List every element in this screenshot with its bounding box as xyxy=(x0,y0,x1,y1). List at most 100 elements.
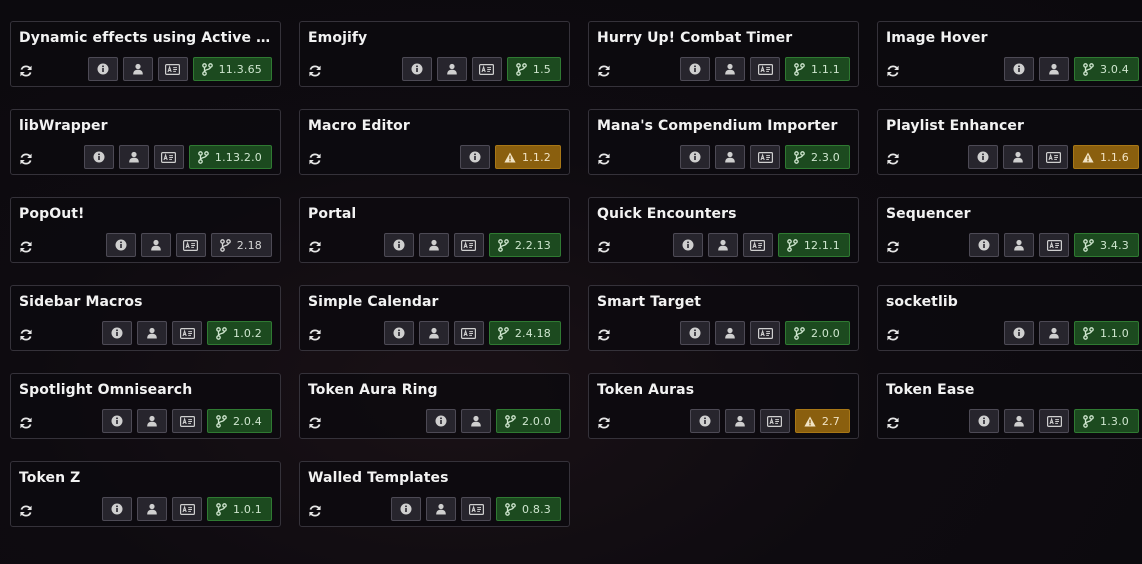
version-badge[interactable]: 2.4.18 xyxy=(488,321,561,345)
info-button[interactable] xyxy=(105,233,136,257)
author-button[interactable] xyxy=(137,409,167,433)
refresh-icon[interactable] xyxy=(597,239,611,253)
refresh-icon[interactable] xyxy=(19,327,33,341)
info-button[interactable] xyxy=(680,321,710,345)
author-button[interactable] xyxy=(436,57,467,81)
version-badge[interactable]: 3.4.3 xyxy=(1074,233,1139,257)
info-button[interactable] xyxy=(672,233,703,257)
refresh-icon[interactable] xyxy=(308,327,322,341)
readme-button[interactable] xyxy=(172,321,202,345)
refresh-icon[interactable] xyxy=(597,63,611,77)
author-button[interactable] xyxy=(122,57,153,81)
author-button[interactable] xyxy=(418,321,449,345)
refresh-icon[interactable] xyxy=(886,63,900,77)
author-button[interactable] xyxy=(426,497,456,521)
refresh-icon[interactable] xyxy=(19,239,33,253)
readme-button[interactable] xyxy=(1039,233,1069,257)
version-badge[interactable]: 1.1.1 xyxy=(785,57,850,81)
info-button[interactable] xyxy=(426,409,456,433)
author-button[interactable] xyxy=(715,57,745,81)
refresh-icon[interactable] xyxy=(886,151,900,165)
readme-button[interactable] xyxy=(172,497,202,521)
author-button[interactable] xyxy=(724,409,755,433)
info-button[interactable] xyxy=(968,145,998,169)
author-button[interactable] xyxy=(715,145,745,169)
refresh-icon[interactable] xyxy=(597,327,611,341)
readme-button[interactable] xyxy=(461,497,491,521)
author-button[interactable] xyxy=(1004,409,1034,433)
info-button[interactable] xyxy=(102,497,132,521)
author-button[interactable] xyxy=(118,145,149,169)
readme-button[interactable] xyxy=(172,409,202,433)
info-button[interactable] xyxy=(969,409,999,433)
version-badge[interactable]: 1.1.2 xyxy=(495,145,561,169)
info-button[interactable] xyxy=(383,233,414,257)
refresh-icon[interactable] xyxy=(19,151,33,165)
author-button[interactable] xyxy=(137,321,167,345)
refresh-icon[interactable] xyxy=(308,239,322,253)
version-badge[interactable]: 2.0.0 xyxy=(785,321,850,345)
readme-button[interactable] xyxy=(453,321,484,345)
refresh-icon[interactable] xyxy=(597,415,611,429)
readme-button[interactable] xyxy=(742,233,773,257)
info-button[interactable] xyxy=(969,233,999,257)
version-badge[interactable]: 1.1.0 xyxy=(1074,321,1139,345)
version-badge[interactable]: 2.2.13 xyxy=(488,233,561,257)
refresh-icon[interactable] xyxy=(19,503,33,517)
refresh-icon[interactable] xyxy=(308,151,322,165)
readme-button[interactable] xyxy=(157,57,188,81)
refresh-icon[interactable] xyxy=(308,415,322,429)
refresh-icon[interactable] xyxy=(19,63,33,77)
version-badge[interactable]: 2.3.0 xyxy=(785,145,850,169)
readme-button[interactable] xyxy=(1039,409,1069,433)
author-button[interactable] xyxy=(715,321,745,345)
refresh-icon[interactable] xyxy=(19,415,33,429)
info-button[interactable] xyxy=(87,57,118,81)
info-button[interactable] xyxy=(391,497,421,521)
version-badge[interactable]: 2.18 xyxy=(210,233,272,257)
info-button[interactable] xyxy=(680,145,710,169)
info-button[interactable] xyxy=(689,409,720,433)
readme-button[interactable] xyxy=(153,145,184,169)
version-badge[interactable]: 11.3.65 xyxy=(192,57,272,81)
refresh-icon[interactable] xyxy=(886,239,900,253)
author-button[interactable] xyxy=(1004,233,1034,257)
readme-button[interactable] xyxy=(759,409,790,433)
info-button[interactable] xyxy=(83,145,114,169)
author-button[interactable] xyxy=(461,409,491,433)
readme-button[interactable] xyxy=(175,233,206,257)
readme-button[interactable] xyxy=(453,233,484,257)
refresh-icon[interactable] xyxy=(886,327,900,341)
refresh-icon[interactable] xyxy=(886,415,900,429)
info-button[interactable] xyxy=(680,57,710,81)
version-badge[interactable]: 3.0.4 xyxy=(1074,57,1139,81)
readme-button[interactable] xyxy=(1038,145,1068,169)
info-button[interactable] xyxy=(1004,57,1034,81)
version-badge[interactable]: 2.7 xyxy=(794,409,850,433)
author-button[interactable] xyxy=(140,233,171,257)
version-badge[interactable]: 1.0.2 xyxy=(207,321,272,345)
info-button[interactable] xyxy=(401,57,432,81)
author-button[interactable] xyxy=(1039,321,1069,345)
readme-button[interactable] xyxy=(471,57,502,81)
author-button[interactable] xyxy=(418,233,449,257)
readme-button[interactable] xyxy=(750,321,780,345)
refresh-icon[interactable] xyxy=(308,63,322,77)
version-badge[interactable]: 12.1.1 xyxy=(777,233,850,257)
version-badge[interactable]: 1.1.6 xyxy=(1073,145,1139,169)
author-button[interactable] xyxy=(1003,145,1033,169)
version-badge[interactable]: 1.3.0 xyxy=(1074,409,1139,433)
author-button[interactable] xyxy=(137,497,167,521)
author-button[interactable] xyxy=(707,233,738,257)
info-button[interactable] xyxy=(460,145,490,169)
info-button[interactable] xyxy=(102,409,132,433)
author-button[interactable] xyxy=(1039,57,1069,81)
version-badge[interactable]: 1.13.2.0 xyxy=(188,145,272,169)
version-badge[interactable]: 1.5 xyxy=(506,57,561,81)
refresh-icon[interactable] xyxy=(597,151,611,165)
refresh-icon[interactable] xyxy=(308,503,322,517)
readme-button[interactable] xyxy=(750,57,780,81)
version-badge[interactable]: 1.0.1 xyxy=(207,497,272,521)
version-badge[interactable]: 2.0.4 xyxy=(207,409,272,433)
info-button[interactable] xyxy=(1004,321,1034,345)
